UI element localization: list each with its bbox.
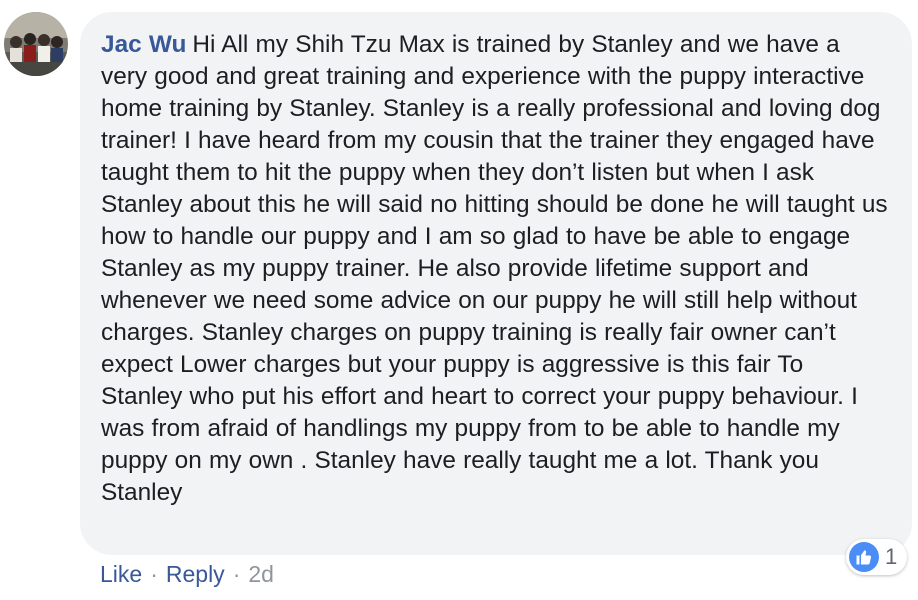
comment-bubble: Jac Wu Hi All my Shih Tzu Max is trained … <box>80 12 912 555</box>
separator: · <box>232 560 241 587</box>
avatar[interactable] <box>4 12 68 76</box>
comment-text: Hi All my Shih Tzu Max is trained by Sta… <box>101 31 888 506</box>
comment: Jac Wu Hi All my Shih Tzu Max is trained … <box>0 0 918 600</box>
comment-body: Jac Wu Hi All my Shih Tzu Max is trained … <box>101 29 888 509</box>
thumbs-up-icon <box>849 542 879 572</box>
reply-button[interactable]: Reply <box>166 561 225 588</box>
comment-actions: Like · Reply · 2d <box>100 558 274 590</box>
like-button[interactable]: Like <box>100 561 142 588</box>
reaction-summary[interactable]: 1 <box>846 539 908 575</box>
reaction-count: 1 <box>885 544 898 569</box>
author-name-link[interactable]: Jac Wu <box>101 31 186 58</box>
avatar-photo <box>4 12 68 76</box>
timestamp[interactable]: 2d <box>248 561 274 588</box>
separator: · <box>150 560 158 587</box>
